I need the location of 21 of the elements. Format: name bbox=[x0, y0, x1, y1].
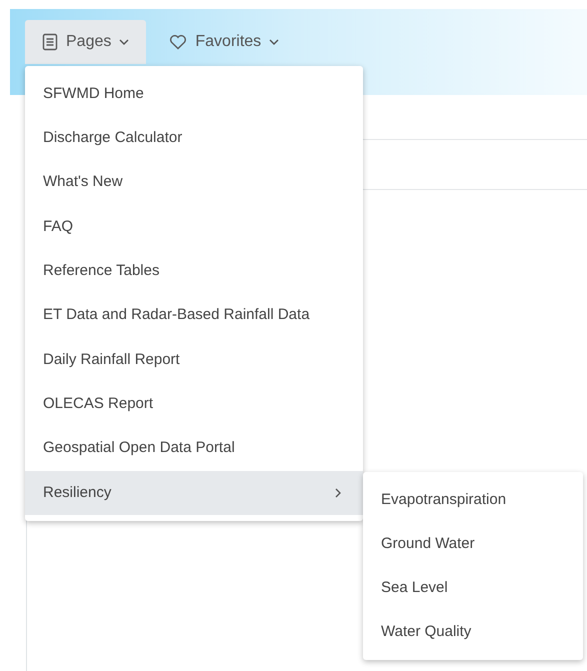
menu-item[interactable]: Discharge Calculator bbox=[25, 116, 363, 161]
chevron-down-icon bbox=[119, 39, 130, 45]
menu-item[interactable]: Geospatial Open Data Portal bbox=[25, 426, 363, 471]
menu-item[interactable]: SFWMD Home bbox=[25, 72, 363, 116]
menu-item[interactable]: FAQ bbox=[25, 204, 363, 250]
submenu-item[interactable]: Sea Level bbox=[363, 566, 583, 610]
menu-item[interactable]: Resiliency bbox=[25, 470, 363, 515]
menu-item[interactable]: OLECAS Report bbox=[25, 382, 363, 426]
submenu-item[interactable]: Ground Water bbox=[363, 522, 583, 566]
chevron-down-icon bbox=[269, 39, 280, 45]
nav-menu-button[interactable]: Favorites bbox=[152, 20, 296, 64]
nav-menu-button[interactable]: Pages bbox=[25, 20, 146, 64]
menu-item[interactable]: Daily Rainfall Report bbox=[25, 338, 363, 382]
chevron-right-icon bbox=[335, 488, 341, 498]
document-icon bbox=[42, 33, 58, 51]
menu-item[interactable]: ET Data and Radar-Based Rainfall Data bbox=[25, 293, 363, 338]
heart-icon bbox=[169, 34, 188, 50]
menu-item[interactable]: What's New bbox=[25, 160, 363, 205]
submenu-item[interactable]: Water Quality bbox=[363, 610, 583, 654]
submenu-item[interactable]: Evapotranspiration bbox=[363, 478, 583, 522]
menu-item[interactable]: Reference Tables bbox=[25, 249, 363, 294]
